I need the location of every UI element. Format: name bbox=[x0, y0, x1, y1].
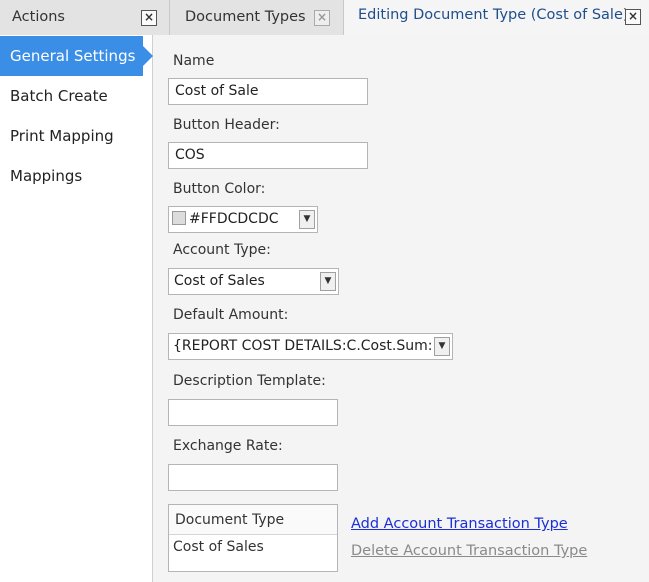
chevron-down-icon[interactable]: ▼ bbox=[299, 210, 315, 229]
button-header-label: Button Header: bbox=[173, 117, 280, 133]
button-header-field[interactable]: COS bbox=[168, 142, 368, 169]
sidebar-item-print-mapping[interactable]: Print Mapping bbox=[0, 116, 153, 156]
tab-document-types-label: Document Types bbox=[185, 9, 306, 25]
chevron-down-icon[interactable]: ▼ bbox=[320, 272, 336, 291]
default-amount-value: {REPORT COST DETAILS:C.Cost.Sum:} bbox=[173, 338, 442, 354]
general-settings-form: Name Cost of Sale Button Header: COS But… bbox=[153, 35, 649, 582]
transaction-types-grid[interactable]: Document Type Cost of Sales bbox=[168, 504, 338, 572]
button-color-label: Button Color: bbox=[173, 181, 266, 197]
button-color-select[interactable]: #FFDCDCDC ▼ bbox=[168, 206, 318, 233]
account-type-label: Account Type: bbox=[173, 242, 271, 258]
chevron-down-icon[interactable]: ▼ bbox=[434, 337, 450, 356]
description-template-field[interactable] bbox=[168, 399, 338, 426]
color-swatch bbox=[172, 211, 186, 225]
tab-document-types[interactable]: Document Types × bbox=[170, 0, 344, 35]
delete-account-transaction-type-link[interactable]: Delete Account Transaction Type bbox=[351, 543, 587, 559]
button-color-value: #FFDCDCDC bbox=[189, 211, 279, 227]
tab-actions[interactable]: Actions × bbox=[0, 0, 170, 35]
exchange-rate-field[interactable] bbox=[168, 464, 338, 491]
sidebar: General Settings Batch Create Print Mapp… bbox=[0, 35, 153, 582]
account-type-select[interactable]: Cost of Sales ▼ bbox=[168, 268, 339, 295]
description-template-label: Description Template: bbox=[173, 373, 326, 389]
sidebar-item-mappings[interactable]: Mappings bbox=[0, 156, 153, 196]
sidebar-item-batch-create[interactable]: Batch Create bbox=[0, 76, 153, 116]
tab-editing-document-type[interactable]: Editing Document Type (Cost of Sale) × bbox=[344, 0, 649, 36]
add-account-transaction-type-link[interactable]: Add Account Transaction Type bbox=[351, 516, 568, 532]
tab-bar: Actions × Document Types × Editing Docum… bbox=[0, 0, 649, 36]
name-label: Name bbox=[173, 53, 215, 69]
sidebar-item-general-settings[interactable]: General Settings bbox=[0, 36, 153, 76]
default-amount-label: Default Amount: bbox=[173, 307, 289, 323]
close-icon[interactable]: × bbox=[625, 9, 641, 25]
tab-actions-label: Actions bbox=[12, 9, 65, 25]
default-amount-select[interactable]: {REPORT COST DETAILS:C.Cost.Sum:} ▼ bbox=[168, 333, 453, 360]
close-icon[interactable]: × bbox=[314, 10, 330, 26]
name-field[interactable]: Cost of Sale bbox=[168, 78, 368, 105]
grid-column-header[interactable]: Document Type bbox=[169, 505, 337, 535]
table-row[interactable]: Cost of Sales bbox=[173, 537, 264, 557]
account-type-value: Cost of Sales bbox=[174, 273, 265, 289]
close-icon[interactable]: × bbox=[141, 10, 157, 26]
tab-editing-document-type-label: Editing Document Type (Cost of Sale) bbox=[358, 7, 629, 23]
exchange-rate-label: Exchange Rate: bbox=[173, 438, 283, 454]
